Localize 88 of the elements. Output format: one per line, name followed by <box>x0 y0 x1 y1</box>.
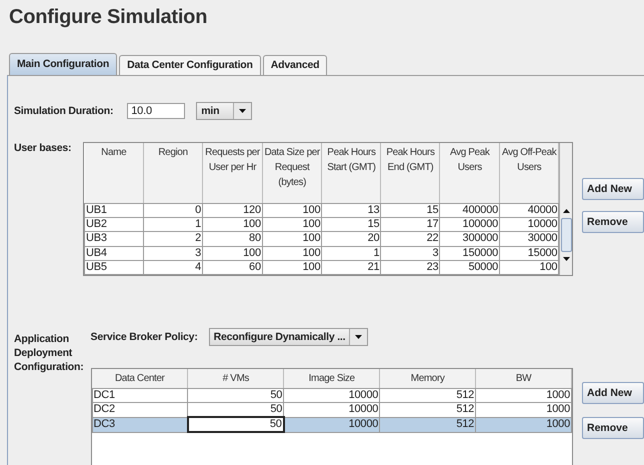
table-cell: 1 <box>143 218 203 232</box>
table-cell: 1000 <box>476 388 572 402</box>
table-cell: 15000 <box>500 246 559 260</box>
page-title: Configure Simulation <box>8 5 208 30</box>
table-cell: 512 <box>380 402 476 417</box>
table-cell: 10000 <box>284 402 380 417</box>
table-cell: 22 <box>380 232 440 246</box>
section-label: User bases: <box>14 142 72 154</box>
table-cell: 13 <box>322 204 381 218</box>
table-cell: UB5 <box>84 260 144 274</box>
table-cell: 60 <box>202 260 262 274</box>
table-cell: 0 <box>143 204 203 218</box>
column-header: # VMs <box>188 369 284 388</box>
table-cell: 20 <box>322 232 381 246</box>
scroll-thumb[interactable] <box>560 218 572 252</box>
table-cell: 150000 <box>440 246 500 260</box>
policy-dropdown[interactable]: Reconfigure Dynamically ... <box>208 328 368 346</box>
table-action-button[interactable]: Add New <box>582 382 644 404</box>
table-cell: 2 <box>143 232 203 246</box>
scroll-down-icon[interactable] <box>562 257 570 261</box>
table-cell: 120 <box>202 204 262 218</box>
table-cell: 300000 <box>440 232 500 246</box>
table-cell: 100 <box>262 218 322 232</box>
column-header: Region <box>143 143 203 204</box>
table-cell: 10000 <box>500 218 559 232</box>
table-cell: 100 <box>262 204 322 218</box>
table-cell: 50 <box>188 417 284 432</box>
duration-field[interactable]: 10.0 <box>127 103 186 119</box>
caret-icon <box>349 329 368 345</box>
table-cell: 100 <box>500 260 559 274</box>
table-cell: UB3 <box>84 232 144 246</box>
table-cell: 10000 <box>284 417 380 432</box>
column-header: Name <box>84 143 144 204</box>
column-header: BW <box>476 369 572 388</box>
unit-dropdown[interactable]: min <box>196 102 252 120</box>
table-cell: UB2 <box>84 218 144 232</box>
table-cell: DC3 <box>92 417 188 432</box>
column-header: Requests per User per Hr <box>202 143 262 204</box>
table-cell: 3 <box>143 246 203 260</box>
table-cell: 100 <box>202 246 262 260</box>
scroll-up-icon[interactable] <box>562 209 570 213</box>
table-cell: 10000 <box>284 388 380 402</box>
table-cell: 40000 <box>500 204 559 218</box>
table-cell: 17 <box>380 218 440 232</box>
column-header: Peak Hours Start (GMT) <box>322 143 381 204</box>
table-cell: 100000 <box>440 218 500 232</box>
table-cell: DC1 <box>92 388 188 402</box>
column-header: Data Center <box>92 369 188 388</box>
table-cell: 100 <box>262 260 322 274</box>
table-cell: UB4 <box>84 246 144 260</box>
table-cell: 100 <box>262 246 322 260</box>
field-label: Service Broker Policy: <box>90 331 198 343</box>
table-cell: 1 <box>322 246 381 260</box>
section-label: Application Deployment Configuration: <box>14 332 85 375</box>
scrollbar[interactable] <box>559 143 572 275</box>
table-cell: 1000 <box>476 417 572 432</box>
column-header: Memory <box>380 369 476 388</box>
table-cell: 80 <box>202 232 262 246</box>
table-cell: UB1 <box>84 204 144 218</box>
table-cell: 100 <box>262 232 322 246</box>
table-cell: 400000 <box>440 204 500 218</box>
table-cell: 50 <box>188 388 284 402</box>
table-cell: 512 <box>380 417 476 432</box>
table-action-button[interactable]: Remove <box>582 417 644 439</box>
table-action-button[interactable]: Add New <box>582 178 644 200</box>
table-cell: 15 <box>380 204 440 218</box>
tab[interactable]: Main Configuration <box>9 53 118 75</box>
column-header: Data Size per Request (bytes) <box>262 143 322 204</box>
table-cell: 23 <box>380 260 440 274</box>
column-header: Image Size <box>284 369 380 388</box>
column-header: Peak Hours End (GMT) <box>380 143 440 204</box>
table-cell: DC2 <box>92 402 188 417</box>
table-action-button[interactable]: Remove <box>582 211 644 233</box>
table-cell: 100 <box>202 218 262 232</box>
table-cell: 15 <box>322 218 381 232</box>
tab[interactable]: Advanced <box>262 55 328 75</box>
table-cell: 512 <box>380 388 476 402</box>
field-label: Simulation Duration: <box>14 105 114 117</box>
table-cell: 1000 <box>476 402 572 417</box>
column-header: Avg Peak Users <box>440 143 500 204</box>
table-cell: 30000 <box>500 232 559 246</box>
column-header: Avg Off-Peak Users <box>500 143 559 204</box>
table-cell: 21 <box>322 260 381 274</box>
tab[interactable]: Data Center Configuration <box>119 55 261 75</box>
table-cell: 50000 <box>440 260 500 274</box>
table-cell: 4 <box>143 260 203 274</box>
caret-icon <box>233 103 252 119</box>
table-cell: 3 <box>380 246 440 260</box>
